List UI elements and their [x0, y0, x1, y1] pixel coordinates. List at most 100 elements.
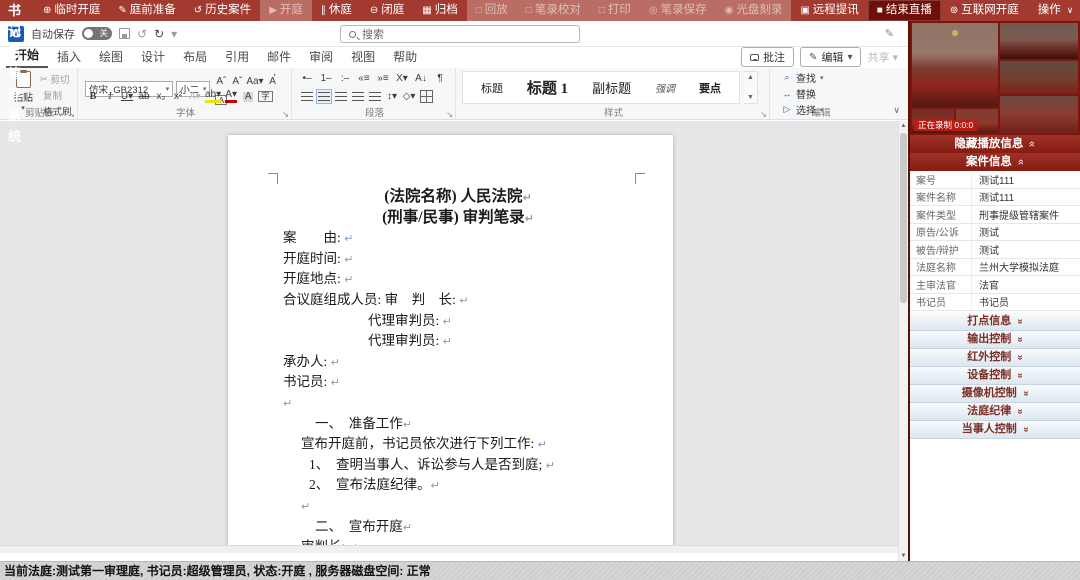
- shrink-font-icon[interactable]: Aˇ: [229, 75, 245, 90]
- menu-end-live[interactable]: ■ 结束直播: [868, 0, 941, 21]
- font-color-icon[interactable]: A▾: [223, 89, 239, 104]
- style-emphasis[interactable]: 强调: [655, 80, 675, 95]
- bullets-icon[interactable]: •–: [299, 71, 315, 86]
- actions-menu[interactable]: 操作 ∨: [1028, 0, 1080, 21]
- cut-icon[interactable]: ✂ 剪切: [40, 72, 72, 86]
- ribbon-tab[interactable]: 审阅: [300, 48, 342, 68]
- change-case-icon[interactable]: Aa▾: [245, 75, 264, 90]
- menu-transcript-save[interactable]: ◎ 笔录保存: [640, 0, 716, 21]
- scrollbar-thumb[interactable]: [900, 133, 907, 303]
- dialog-launcher-icon[interactable]: ↘: [760, 110, 767, 119]
- video-feed-4[interactable]: [1000, 96, 1078, 133]
- menu-transcript-check[interactable]: □ 笔录校对: [517, 0, 590, 21]
- align-right-icon[interactable]: [333, 89, 349, 104]
- menu-playback[interactable]: □ 回放: [467, 0, 517, 21]
- scroll-up-icon[interactable]: ▲: [747, 74, 754, 81]
- section-party-control[interactable]: 当事人控制»: [910, 421, 1080, 439]
- section-infrared-control[interactable]: 红外控制»: [910, 349, 1080, 367]
- find-item[interactable]: ⌕ 查找 ▾: [782, 70, 824, 85]
- video-feed-main[interactable]: [912, 23, 998, 107]
- decrease-indent-icon[interactable]: «≡: [356, 71, 372, 86]
- case-info-bar[interactable]: 案件信息»: [910, 153, 1080, 171]
- menu-print[interactable]: □ 打印: [590, 0, 640, 21]
- italic-icon[interactable]: I: [102, 89, 118, 104]
- video-feed-3[interactable]: [1000, 61, 1078, 94]
- section-output-control[interactable]: 输出控制»: [910, 331, 1080, 349]
- menu-close-court[interactable]: ⊖ 闭庭: [361, 0, 413, 21]
- replace-item[interactable]: ↔ 替换: [782, 86, 824, 101]
- grow-font-icon[interactable]: Aˆ: [213, 75, 229, 90]
- numbering-icon[interactable]: 1–: [318, 71, 334, 86]
- ribbon-tab[interactable]: 绘图: [90, 48, 132, 68]
- redo-icon[interactable]: ↻: [154, 27, 164, 41]
- subscript-icon[interactable]: x₂: [153, 89, 169, 104]
- text-effects-icon[interactable]: A▾: [187, 89, 203, 104]
- highlight-icon[interactable]: ab▾: [204, 89, 222, 104]
- video-feed-2[interactable]: [1000, 23, 1078, 59]
- quick-access-more-icon[interactable]: ▾: [171, 27, 177, 41]
- scroll-down-icon[interactable]: ▼: [899, 551, 908, 561]
- line-spacing-icon[interactable]: ↕▾: [384, 89, 400, 104]
- ribbon-tab[interactable]: 设计: [132, 48, 174, 68]
- justify-icon[interactable]: [350, 89, 366, 104]
- ribbon-tab[interactable]: 引用: [216, 48, 258, 68]
- align-left-icon[interactable]: [299, 89, 315, 104]
- menu-history-cases[interactable]: ↺ 历史案件: [185, 0, 260, 21]
- distribute-icon[interactable]: [367, 89, 383, 104]
- section-device-control[interactable]: 设备控制»: [910, 367, 1080, 385]
- ribbon-tab[interactable]: 布局: [174, 48, 216, 68]
- menu-remote-interrogation[interactable]: ▣ 远程提讯: [791, 0, 867, 21]
- char-shading-icon[interactable]: A: [240, 89, 256, 104]
- sort-icon[interactable]: A↓: [413, 71, 429, 86]
- scroll-up-icon[interactable]: ▲: [899, 121, 908, 131]
- autosave-toggle[interactable]: 关: [82, 27, 112, 40]
- strikethrough-icon[interactable]: ab: [136, 89, 152, 104]
- ribbon-tab[interactable]: 邮件: [258, 48, 300, 68]
- undo-icon[interactable]: ↺: [137, 27, 147, 41]
- dialog-launcher-icon[interactable]: ↘: [68, 110, 75, 119]
- search-input[interactable]: 搜索: [340, 25, 580, 43]
- multilevel-list-icon[interactable]: :–: [337, 71, 353, 86]
- align-center-icon[interactable]: [316, 89, 332, 104]
- phonetic-guide-icon[interactable]: A̕: [265, 75, 281, 90]
- increase-indent-icon[interactable]: »≡: [375, 71, 391, 86]
- dialog-launcher-icon[interactable]: ↘: [282, 110, 289, 119]
- pen-icon[interactable]: ✎: [885, 27, 894, 40]
- scroll-down-icon[interactable]: ▼: [747, 94, 754, 101]
- dialog-launcher-icon[interactable]: ↘: [446, 110, 453, 119]
- comment-button[interactable]: 批注: [741, 47, 794, 67]
- horizontal-scroll-area[interactable]: [0, 545, 898, 553]
- share-button[interactable]: 共享 ▾: [867, 49, 898, 65]
- style-heading1[interactable]: 标题 1: [527, 77, 568, 98]
- superscript-icon[interactable]: x²: [170, 89, 186, 104]
- underline-icon[interactable]: U▾: [119, 89, 135, 104]
- menu-internet-court[interactable]: ⊚ 互联网开庭: [941, 0, 1028, 21]
- ribbon-tab[interactable]: 视图: [342, 48, 384, 68]
- style-keypoint[interactable]: 要点: [699, 80, 721, 96]
- menu-temp-session[interactable]: ⊕ 临时开庭: [34, 0, 109, 21]
- asian-layout-icon[interactable]: X▾: [394, 71, 410, 86]
- save-icon[interactable]: [119, 28, 130, 39]
- section-camera-control[interactable]: 摄像机控制»: [910, 385, 1080, 403]
- bold-icon[interactable]: B: [85, 89, 101, 104]
- menu-archive[interactable]: ▦ 归档: [413, 0, 466, 21]
- edit-mode-button[interactable]: ✎ 编辑 ▾: [800, 47, 861, 67]
- pilcrow-icon[interactable]: ¶: [432, 71, 448, 86]
- vertical-scrollbar[interactable]: ▲ ▼: [898, 121, 908, 561]
- menu-recess[interactable]: ∥ 休庭: [312, 0, 361, 21]
- section-marking-info[interactable]: 打点信息»: [910, 313, 1080, 331]
- document-page[interactable]: (法院名称) 人民法院↵ (刑事/民事) 审判笔录↵ 案 由: ↵ 开庭时间: …: [228, 135, 673, 553]
- enclose-char-icon[interactable]: 字: [257, 89, 274, 104]
- borders-icon[interactable]: [418, 89, 434, 104]
- hide-playback-info-bar[interactable]: 隐藏播放信息»: [910, 135, 1080, 153]
- style-title[interactable]: 标题: [481, 80, 503, 96]
- style-subtitle[interactable]: 副标题: [592, 78, 631, 97]
- style-gallery-scroll[interactable]: ▲ ▼: [744, 71, 758, 104]
- section-court-discipline[interactable]: 法庭纪律»: [910, 403, 1080, 421]
- menu-disc-burn[interactable]: ◉ 光盘刻录: [716, 0, 792, 21]
- copy-icon[interactable]: 复制: [40, 88, 72, 102]
- menu-pretrial-prep[interactable]: ✎ 庭前准备: [109, 0, 184, 21]
- ribbon-tab[interactable]: 帮助: [384, 48, 426, 68]
- menu-open-court[interactable]: ▶ 开庭: [260, 0, 312, 21]
- collapse-ribbon-icon[interactable]: ∨: [893, 105, 900, 116]
